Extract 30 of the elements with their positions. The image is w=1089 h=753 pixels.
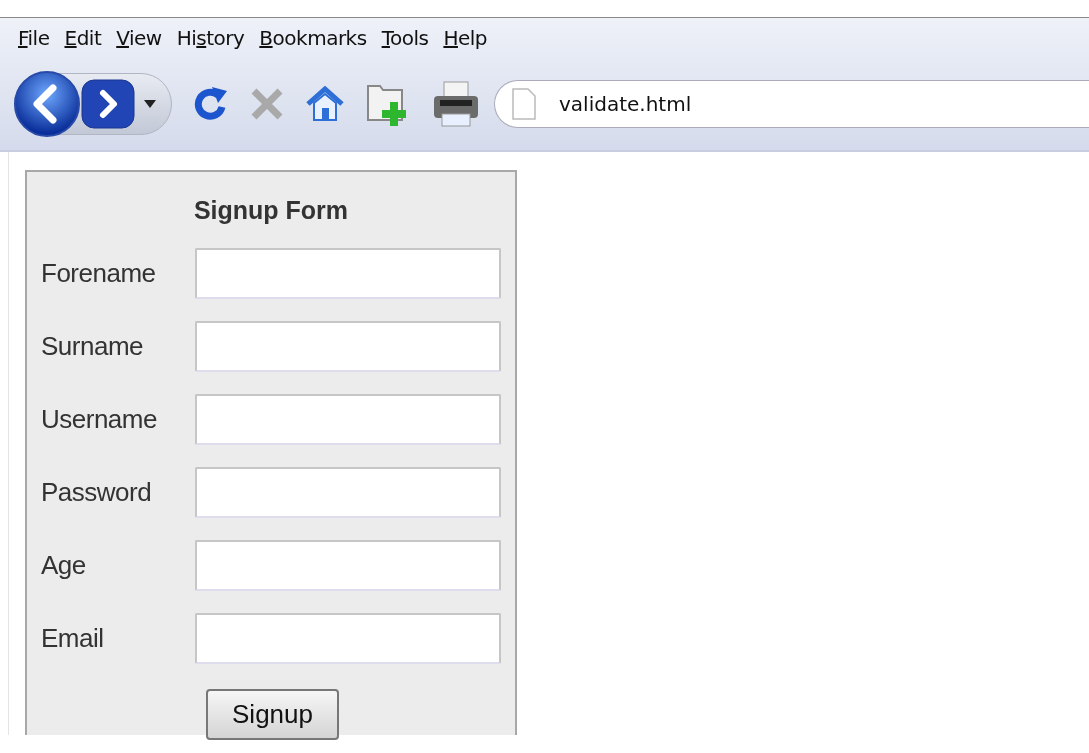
field-label: Forename: [41, 257, 157, 290]
back-icon[interactable]: [13, 70, 81, 138]
form-title: Signup Form: [193, 196, 349, 224]
field-label: Username: [41, 403, 158, 436]
page-icon: [512, 88, 536, 120]
text-field[interactable]: [195, 540, 501, 591]
menu-item[interactable]: Tools: [381, 23, 429, 53]
menu-item[interactable]: File: [18, 23, 50, 53]
stop-icon[interactable]: [250, 87, 284, 121]
text-field[interactable]: [195, 248, 501, 299]
field-label: Password: [41, 476, 153, 509]
text-field[interactable]: [195, 613, 501, 664]
menu-item[interactable]: Help: [443, 23, 487, 53]
signup-button[interactable]: Signup: [206, 689, 339, 740]
field-label: Email: [41, 622, 105, 655]
text-field[interactable]: [195, 467, 501, 518]
address-bar[interactable]: validate.html: [494, 80, 1089, 128]
field-label: Age: [41, 549, 87, 582]
menu-item[interactable]: History: [176, 23, 245, 53]
text-field[interactable]: [195, 394, 501, 445]
home-icon[interactable]: [306, 86, 344, 122]
reload-icon[interactable]: [194, 85, 228, 123]
forward-icon[interactable]: [81, 79, 137, 129]
field-label: Surname: [41, 330, 144, 363]
dropdown-caret-icon[interactable]: [143, 99, 157, 109]
menu-item[interactable]: Bookmarks: [259, 23, 367, 53]
text-field[interactable]: [195, 321, 501, 372]
menu-item[interactable]: Edit: [64, 23, 102, 53]
menu-item[interactable]: View: [116, 23, 162, 53]
printer-icon[interactable]: [432, 80, 480, 128]
